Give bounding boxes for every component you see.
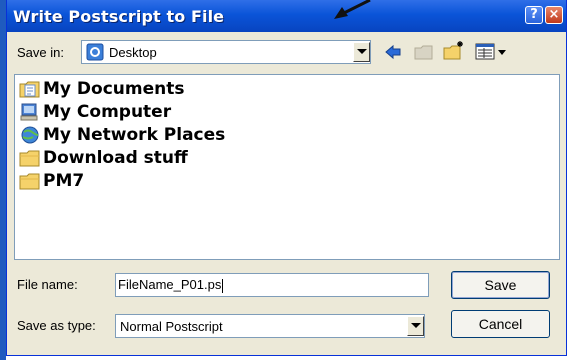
title-bar[interactable]: Write Postscript to File ? × (7, 0, 566, 32)
list-item-pm7[interactable]: PM7 (19, 170, 219, 192)
list-item-label: PM7 (43, 171, 85, 191)
file-list[interactable]: My Documents My Computer My Network Plac… (14, 74, 560, 260)
save-as-type-dropdown[interactable]: Normal Postscript (115, 314, 425, 338)
help-button[interactable]: ? (525, 6, 543, 24)
desktop-icon (86, 43, 104, 61)
chevron-down-icon (411, 323, 421, 328)
my-computer-icon (20, 103, 38, 121)
file-name-value: FileName_P01.ps (118, 277, 222, 292)
folder-icon (19, 173, 40, 190)
back-arrow-icon[interactable] (384, 44, 402, 60)
annotation-arrow-icon (334, 0, 371, 19)
save-button[interactable]: Save (451, 271, 550, 299)
save-as-type-dropdown-button[interactable] (407, 316, 424, 336)
save-in-label: Save in: (17, 45, 64, 60)
save-in-value: Desktop (109, 45, 157, 60)
text-caret (222, 278, 224, 293)
folder-icon (19, 150, 40, 167)
save-in-dropdown[interactable]: Desktop (81, 40, 371, 64)
network-places-icon (21, 126, 39, 144)
up-folder-icon[interactable] (414, 43, 434, 61)
new-folder-icon[interactable] (443, 40, 465, 61)
my-documents-icon (19, 81, 40, 98)
list-item-my-computer[interactable]: My Computer (19, 101, 219, 123)
list-item-my-documents[interactable]: My Documents (19, 78, 219, 100)
list-item-download-stuff[interactable]: Download stuff (19, 147, 219, 169)
file-name-input[interactable]: FileName_P01.ps (115, 273, 429, 297)
save-in-dropdown-button[interactable] (353, 42, 370, 62)
save-as-type-label: Save as type: (17, 318, 96, 333)
list-item-label: My Documents (43, 79, 185, 99)
list-item-label: My Network Places (43, 125, 226, 145)
chevron-down-icon (357, 49, 367, 54)
list-item-label: My Computer (43, 102, 172, 122)
file-name-label: File name: (17, 277, 78, 292)
save-dialog: Write Postscript to File ? × Save in: De… (6, 0, 567, 356)
view-menu-icon[interactable] (475, 43, 509, 60)
list-item-label: Download stuff (43, 148, 188, 168)
cancel-button[interactable]: Cancel (451, 310, 550, 338)
dialog-title: Write Postscript to File (13, 7, 225, 26)
close-button[interactable]: × (545, 6, 563, 24)
save-as-type-value: Normal Postscript (120, 319, 223, 334)
list-item-my-network-places[interactable]: My Network Places (19, 124, 239, 146)
